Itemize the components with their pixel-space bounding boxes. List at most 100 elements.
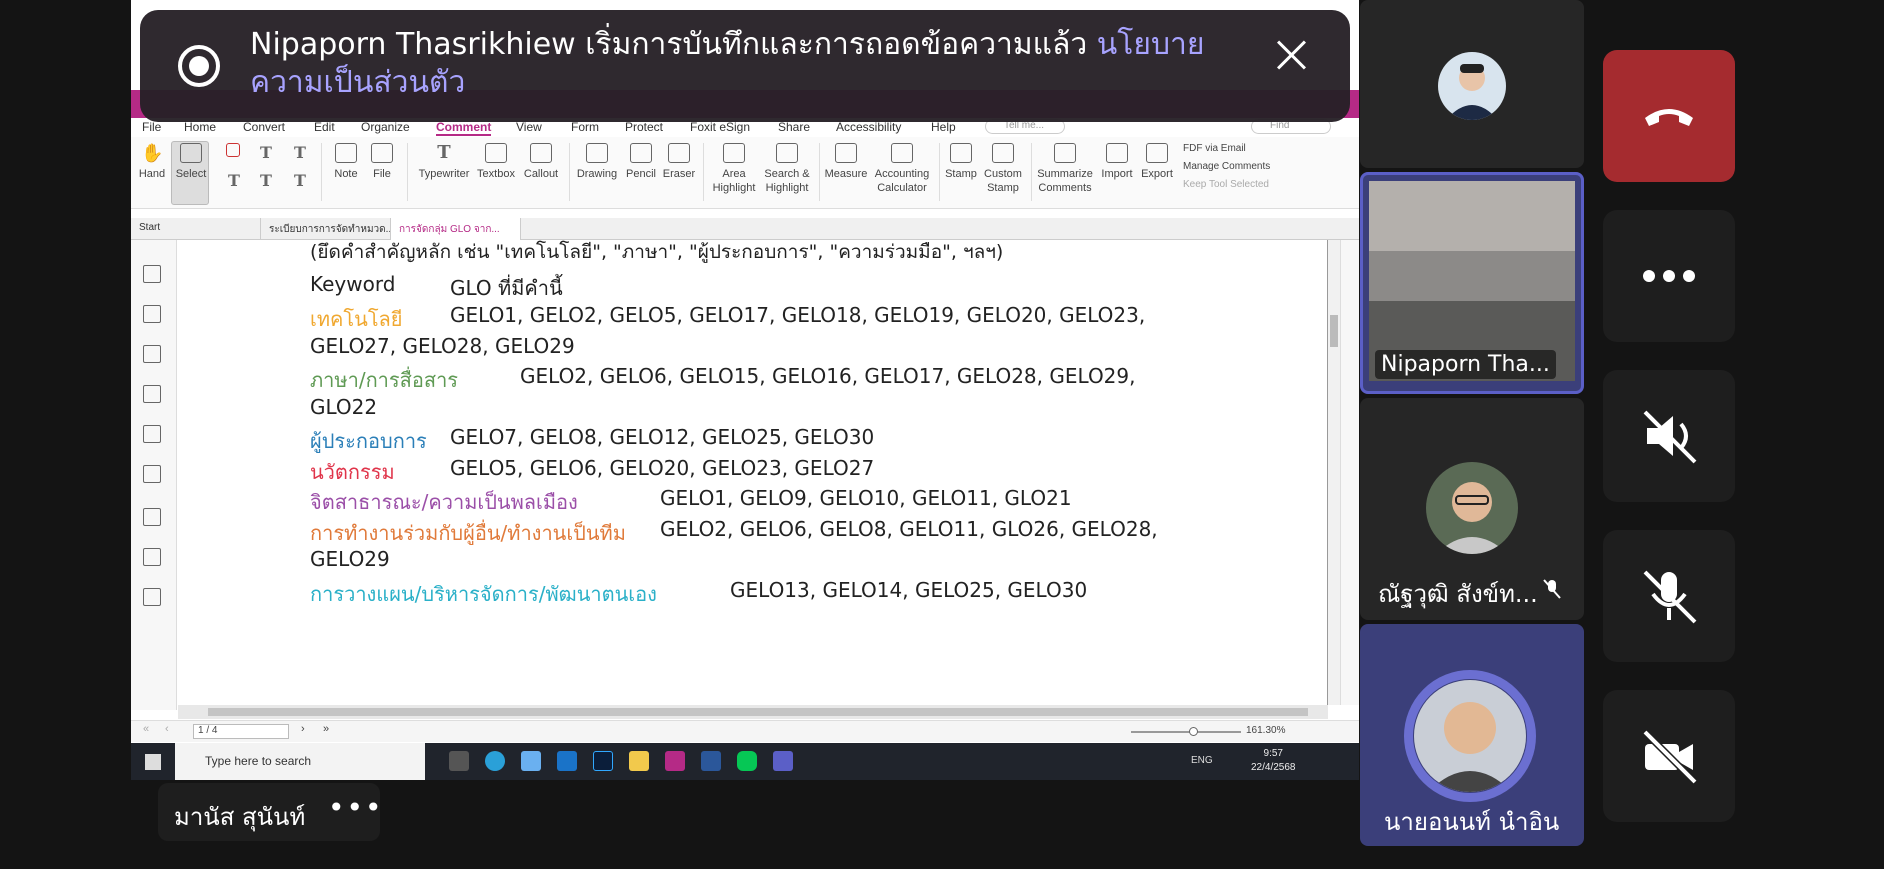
zoom-slider-knob[interactable] xyxy=(1189,727,1198,736)
measure-tool[interactable]: Measure xyxy=(823,143,869,181)
summarize-comments-button[interactable]: Summarize Comments xyxy=(1035,143,1095,195)
menu-file[interactable]: File xyxy=(142,120,161,134)
phone-hangup-icon xyxy=(1645,109,1693,126)
typewriter-tool[interactable]: T Typewriter xyxy=(417,143,471,181)
participant-tile-active-video[interactable]: Nipaporn Tha... xyxy=(1360,172,1584,394)
stamp-tool[interactable]: Stamp xyxy=(943,143,979,181)
zoom-slider[interactable] xyxy=(1131,727,1241,736)
attachment-icon[interactable] xyxy=(143,425,161,443)
vertical-scrollbar[interactable] xyxy=(1328,240,1340,705)
participant-tile[interactable]: นายอนนท์ นำอิน xyxy=(1360,624,1584,846)
first-page-icon[interactable]: « xyxy=(143,723,149,735)
end-call-button[interactable] xyxy=(1603,50,1735,182)
photoshop-icon[interactable] xyxy=(593,751,613,771)
edge-icon[interactable] xyxy=(485,751,505,771)
custom-stamp-tool[interactable]: Custom Stamp xyxy=(981,143,1025,195)
menu-foxit-esign[interactable]: Foxit eSign xyxy=(690,120,750,134)
menu-home[interactable]: Home xyxy=(184,120,216,134)
scroll-thumb[interactable] xyxy=(1330,315,1338,347)
right-panel-collapsed[interactable] xyxy=(1340,240,1359,705)
last-page-icon[interactable]: » xyxy=(323,723,329,735)
task-view-icon[interactable] xyxy=(449,751,469,771)
more-button[interactable] xyxy=(1603,210,1735,342)
outlook-icon[interactable] xyxy=(557,751,577,771)
custom-stamp-icon xyxy=(992,143,1014,163)
bookmark-icon[interactable] xyxy=(143,265,161,283)
recording-message: Nipaporn Thasrikhiew เริ่มการบันทึกและกา… xyxy=(250,27,1205,100)
speaker-toggle-button[interactable] xyxy=(1603,370,1735,502)
menu-protect[interactable]: Protect xyxy=(625,120,663,134)
glo-values: GELO5, GELO6, GELO20, GELO23, GELO27 xyxy=(450,455,875,480)
prev-page-icon[interactable]: ‹ xyxy=(165,723,169,735)
document-icon[interactable] xyxy=(143,508,161,526)
text-tool-5[interactable]: T xyxy=(289,171,309,195)
callout-tool[interactable]: Callout xyxy=(521,143,561,181)
drawing-tool[interactable]: Drawing xyxy=(575,143,619,181)
more-options-icon[interactable]: ••• xyxy=(328,791,384,824)
file-tool[interactable]: File xyxy=(367,143,397,181)
participant-tile[interactable] xyxy=(1360,0,1584,168)
avatar xyxy=(1414,680,1526,792)
keep-tool-selected-toggle[interactable]: Keep Tool Selected xyxy=(1183,179,1269,190)
signature-icon[interactable] xyxy=(143,548,161,566)
layers-icon[interactable] xyxy=(143,385,161,403)
menu-organize[interactable]: Organize xyxy=(361,120,410,134)
participant-tile[interactable]: ณัฐวุฒิ สังข์ท... xyxy=(1360,398,1584,620)
text-tool-2[interactable]: T xyxy=(289,143,309,167)
hand-tool[interactable]: ✋ Hand xyxy=(137,143,167,181)
copy-icon[interactable] xyxy=(143,588,161,606)
scroll-thumb[interactable] xyxy=(208,708,1308,716)
tab-start[interactable]: Start xyxy=(131,218,261,240)
word-icon[interactable] xyxy=(701,751,721,771)
menu-share[interactable]: Share xyxy=(778,120,810,134)
export-button[interactable]: Export xyxy=(1137,143,1177,181)
manage-comments-button[interactable]: Manage Comments xyxy=(1183,161,1270,172)
foxit-icon[interactable] xyxy=(665,751,685,771)
menu-convert[interactable]: Convert xyxy=(243,120,285,134)
page-number-input[interactable]: 1 / 4 xyxy=(193,724,289,739)
menu-form[interactable]: Form xyxy=(571,120,599,134)
note-tool[interactable]: Note xyxy=(331,143,361,181)
next-page-icon[interactable]: › xyxy=(301,723,305,735)
language-indicator[interactable]: ENG xyxy=(1191,755,1213,766)
camera-toggle-button[interactable] xyxy=(1603,690,1735,822)
taskbar-search[interactable]: Type here to search xyxy=(175,743,425,780)
comments-icon[interactable] xyxy=(143,345,161,363)
lock-icon[interactable] xyxy=(143,465,161,483)
store-icon[interactable] xyxy=(521,751,541,771)
taskbar-clock[interactable]: 9:57 22/4/2568 xyxy=(1251,747,1296,775)
person-icon xyxy=(1446,64,1498,120)
menu-comment[interactable]: Comment xyxy=(436,120,492,136)
line-icon[interactable] xyxy=(737,751,757,771)
search-highlight-tool[interactable]: Search & Highlight xyxy=(761,143,813,195)
glo-values: GELO1, GELO9, GELO10, GELO11, GLO21 xyxy=(660,486,1072,510)
tab-document-1[interactable]: ระเบียบการการจัดทำหมวด... xyxy=(261,218,391,240)
area-highlight-tool[interactable]: Area Highlight xyxy=(709,143,759,195)
highlight-pen-tool[interactable] xyxy=(223,143,243,161)
teams-icon[interactable] xyxy=(773,751,793,771)
select-tool[interactable]: Select xyxy=(173,143,209,181)
pencil-tool[interactable]: Pencil xyxy=(623,143,659,181)
pages-icon[interactable] xyxy=(143,305,161,323)
menu-edit[interactable]: Edit xyxy=(314,120,335,134)
close-icon[interactable] xyxy=(1275,38,1309,72)
zoom-level[interactable]: 161.30% xyxy=(1246,725,1285,736)
keyword-row: ภาษา/การสื่อสาร GELO2, GELO6, GELO15, GEL… xyxy=(310,364,1210,392)
text-tool-3[interactable]: T xyxy=(223,171,243,195)
presenter-name: มานัส สุนันท์ xyxy=(174,803,306,831)
menu-accessibility[interactable]: Accessibility xyxy=(836,120,901,134)
file-explorer-icon[interactable] xyxy=(629,751,649,771)
tab-document-2[interactable]: การจัดกลุ่ม GLO จาก... xyxy=(391,218,521,240)
fdf-via-email-button[interactable]: FDF via Email xyxy=(1183,143,1246,154)
windows-start-icon[interactable] xyxy=(145,754,161,770)
text-tool-4[interactable]: T xyxy=(255,171,275,195)
menu-help[interactable]: Help xyxy=(931,120,956,134)
horizontal-scrollbar[interactable] xyxy=(178,705,1328,719)
mic-toggle-button[interactable] xyxy=(1603,530,1735,662)
textbox-tool[interactable]: Textbox xyxy=(475,143,517,181)
eraser-tool[interactable]: Eraser xyxy=(661,143,697,181)
import-button[interactable]: Import xyxy=(1097,143,1137,181)
menu-view[interactable]: View xyxy=(516,120,542,134)
accounting-calculator-tool[interactable]: Accounting Calculator xyxy=(871,143,933,195)
text-tool-1[interactable]: T xyxy=(255,143,275,167)
